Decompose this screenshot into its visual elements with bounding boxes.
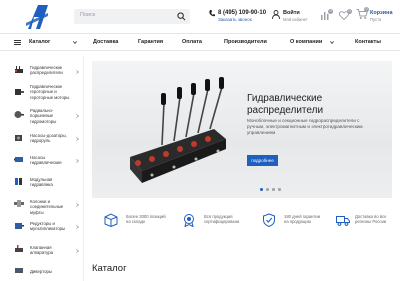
sidebar-item[interactable]: Диверторы: [0, 264, 84, 280]
chevron-right-icon: [76, 225, 79, 229]
module-thumb-icon: [15, 178, 22, 185]
nav-delivery[interactable]: Доставка: [93, 39, 118, 45]
nav-catalog[interactable]: Каталог: [29, 39, 50, 45]
nav-manufacturers[interactable]: Производители: [224, 39, 267, 45]
banner-more-button[interactable]: подробнее: [247, 155, 278, 166]
nav-payment[interactable]: Оплата: [182, 39, 202, 45]
main-nav: Каталог Доставка Гарантия Оплата Произво…: [0, 33, 400, 51]
feature-delivery-text: Доставка во все регионы России: [355, 214, 387, 225]
sidebar-item-label: Гидравлические героторные и героторные м…: [30, 84, 70, 100]
sidebar-item[interactable]: Гидравлические распределители: [0, 62, 84, 84]
user-icon[interactable]: [272, 10, 280, 19]
pump-thumb-icon: [15, 135, 22, 141]
sidebar-item-label: Насосы гидравлические: [30, 155, 62, 166]
chevron-right-icon: [76, 137, 79, 141]
chevron-right-icon: [76, 70, 79, 74]
sidebar-item[interactable]: Модульная гидравлика: [0, 174, 84, 194]
menu-icon[interactable]: [14, 40, 21, 45]
feature-stock-text: Более 3000 позиций на складе: [126, 214, 166, 225]
feature-warranty-text: 180 дней гарантии на продукцию: [284, 214, 321, 225]
sidebar-item-label: Модульная гидравлика: [30, 177, 53, 188]
sidebar-item-label: Насосы-дозаторы, гидроруль: [30, 133, 67, 144]
sidebar-item-label: Колонки и соединительные муфты: [30, 199, 64, 215]
slider-dot[interactable]: [266, 188, 269, 191]
hydraulic-pump-thumb-icon: [14, 157, 23, 162]
chevron-down-icon: [73, 41, 77, 44]
chevron-right-icon: [76, 203, 79, 207]
slider-dot[interactable]: [260, 188, 263, 191]
callback-link[interactable]: Заказать звонок: [218, 17, 252, 22]
truck-icon: [336, 216, 350, 226]
slider-dot[interactable]: [278, 188, 281, 191]
catalog-sidebar: Гидравлические распределители Гидравличе…: [0, 56, 84, 281]
sidebar-item[interactable]: Насосы гидравлические: [0, 152, 84, 172]
feature-certificate-text: Вся продукция сертифицирована: [204, 214, 240, 225]
motor-thumb-icon: [15, 89, 24, 95]
chevron-right-icon: [76, 159, 79, 163]
feature-certificate: Вся продукция сертифицирована: [182, 212, 254, 234]
sidebar-item-label: Диверторы: [30, 269, 53, 274]
box-icon: [104, 213, 118, 227]
compare-count-badge: 0: [328, 9, 333, 14]
hero-banner[interactable]: Гидравлические распределители Моноблочны…: [92, 61, 392, 198]
sidebar-item[interactable]: Клапанная аппаратура: [0, 242, 84, 262]
reducer-thumb-icon: [15, 223, 24, 229]
logo-icon[interactable]: [26, 3, 50, 30]
nav-contacts[interactable]: Контакты: [355, 39, 381, 45]
certificate-icon: [184, 214, 194, 227]
cart-sub-label: Пуста: [370, 17, 382, 22]
shield-icon: [263, 213, 275, 227]
slider-dot[interactable]: [272, 188, 275, 191]
valve-thumb-icon: [15, 66, 23, 73]
sidebar-item[interactable]: Редукторы и мультипликаторы: [0, 218, 84, 238]
favorites-count-badge: 0: [347, 9, 352, 14]
sidebar-item[interactable]: Гидравлические героторные и героторные м…: [0, 84, 84, 106]
sidebar-item[interactable]: Колонки и соединительные муфты: [0, 196, 84, 216]
cart-count-badge: 0: [364, 7, 369, 12]
feature-warranty: 180 дней гарантии на продукцию: [262, 212, 330, 234]
sidebar-item[interactable]: Радиально-поршневые гидромоторы: [0, 106, 84, 128]
banner-description: Моноблочные и секционные гидрораспредели…: [247, 118, 363, 136]
phone-number[interactable]: 8 (495) 109-90-10: [218, 10, 266, 16]
coupling-thumb-icon: [14, 200, 24, 207]
valves-thumb-icon: [15, 245, 23, 252]
sidebar-item-label: Клапанная аппаратура: [30, 245, 54, 256]
divertor-thumb-icon: [15, 268, 23, 273]
radial-motor-thumb-icon: [14, 111, 24, 118]
sidebar-item-label: Гидравлические распределители: [30, 65, 63, 76]
feature-stock: Более 3000 позиций на складе: [104, 212, 176, 234]
login-sub-label: Мой кабинет: [283, 17, 308, 22]
nav-warranty[interactable]: Гарантия: [138, 39, 163, 45]
cart-link[interactable]: Корзина: [370, 10, 393, 16]
header: Поиск 8 (495) 109-90-10 Заказать звонок …: [0, 0, 400, 32]
banner-title: Гидравлические распределители: [247, 93, 324, 116]
sidebar-item-label: Радиально-поршневые гидромоторы: [30, 108, 57, 124]
chevron-down-icon: [330, 41, 334, 44]
chevron-right-icon: [76, 249, 79, 253]
phone-icon: [209, 10, 215, 17]
login-link[interactable]: Войти: [283, 10, 300, 16]
hydraulic-valve-image: [130, 77, 226, 183]
search-input[interactable]: Поиск: [74, 9, 190, 24]
sidebar-item[interactable]: Насосы-дозаторы, гидроруль: [0, 130, 84, 150]
sidebar-item-label: Редукторы и мультипликаторы: [30, 221, 66, 232]
chevron-right-icon: [76, 114, 79, 118]
catalog-heading: Каталог: [92, 263, 127, 274]
nav-about[interactable]: О компании: [290, 39, 322, 45]
search-icon[interactable]: [177, 12, 186, 21]
search-placeholder: Поиск: [80, 12, 96, 18]
feature-delivery: Доставка во все регионы России: [336, 212, 398, 234]
